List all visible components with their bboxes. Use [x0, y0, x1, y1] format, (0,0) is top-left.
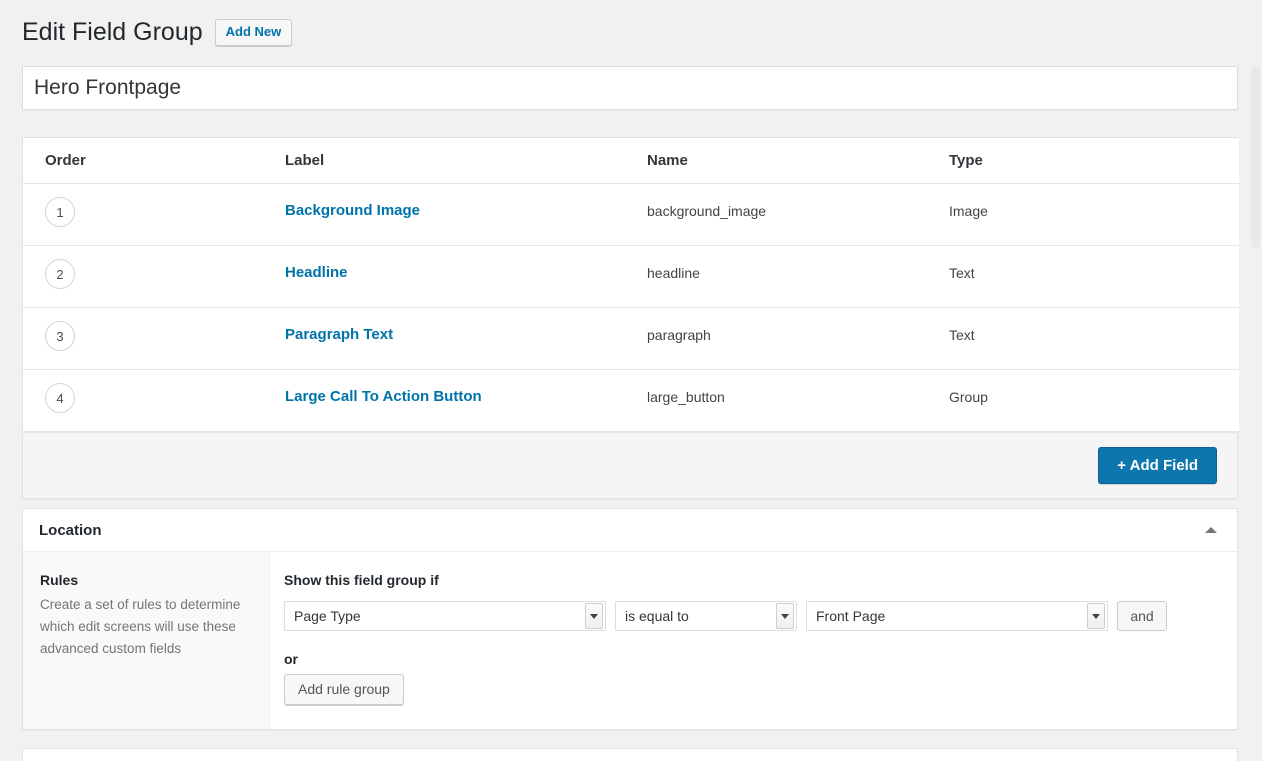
- caret-up-glyph: [1205, 527, 1217, 533]
- order-badge[interactable]: 2: [45, 259, 75, 289]
- field-name-text: background_image: [647, 203, 767, 219]
- column-header-name: Name: [647, 138, 949, 184]
- location-rules-main: Show this field group if Page Type is eq…: [270, 552, 1237, 729]
- cell-name: paragraph: [647, 307, 949, 370]
- cell-name: headline: [647, 245, 949, 308]
- field-type-text: Text: [949, 265, 975, 281]
- next-panel-partial: [22, 748, 1238, 761]
- fields-table: Order Label Name Type 1 Background Image…: [23, 138, 1239, 432]
- cell-label: Background Image: [285, 183, 647, 246]
- fields-panel: Order Label Name Type 1 Background Image…: [22, 137, 1239, 499]
- chevron-down-icon: [1087, 603, 1105, 629]
- field-group-title-input[interactable]: [23, 67, 1237, 109]
- cell-label: Large Call To Action Button: [285, 369, 647, 432]
- chevron-down-icon: [585, 603, 603, 629]
- cell-name: large_button: [647, 369, 949, 432]
- cell-order: 2: [23, 245, 285, 308]
- fields-table-body: 1 Background Image background_image Imag…: [23, 183, 1239, 432]
- rules-description: Create a set of rules to determine which…: [40, 597, 241, 656]
- cell-type: Group: [949, 369, 1239, 432]
- field-type-text: Image: [949, 203, 988, 219]
- cell-type: Text: [949, 245, 1239, 308]
- add-field-button[interactable]: + Add Field: [1098, 447, 1217, 484]
- table-row[interactable]: 1 Background Image background_image Imag…: [23, 183, 1239, 246]
- location-panel-title: Location: [39, 521, 102, 539]
- field-name-text: headline: [647, 265, 700, 281]
- field-label-link[interactable]: Background Image: [285, 202, 420, 219]
- page-title: Edit Field Group: [22, 18, 203, 46]
- column-header-type: Type: [949, 138, 1239, 184]
- rules-heading: Rules: [40, 572, 79, 588]
- rule-operator-value: is equal to: [625, 608, 689, 624]
- field-label-link[interactable]: Paragraph Text: [285, 326, 393, 343]
- table-row[interactable]: 4 Large Call To Action Button large_butt…: [23, 369, 1239, 432]
- rule-value-value: Front Page: [816, 608, 886, 624]
- rule-row: Page Type is equal to Front Page and: [284, 601, 1217, 631]
- field-label-link[interactable]: Large Call To Action Button: [285, 388, 482, 405]
- location-panel-body: Rules Create a set of rules to determine…: [23, 552, 1237, 729]
- cell-order: 4: [23, 369, 285, 432]
- field-type-text: Text: [949, 327, 975, 343]
- rule-param-select[interactable]: Page Type: [284, 601, 606, 631]
- order-badge[interactable]: 4: [45, 383, 75, 413]
- show-if-label: Show this field group if: [284, 572, 439, 588]
- admin-page: Edit Field Group Add New Order Label Nam…: [0, 0, 1262, 761]
- field-name-text: paragraph: [647, 327, 711, 343]
- location-panel-header: Location: [23, 509, 1237, 552]
- column-header-label: Label: [285, 138, 647, 184]
- table-row[interactable]: 3 Paragraph Text paragraph Text: [23, 307, 1239, 370]
- table-row[interactable]: 2 Headline headline Text: [23, 245, 1239, 308]
- cell-label: Headline: [285, 245, 647, 308]
- page-header: Edit Field Group Add New: [22, 16, 293, 48]
- column-header-order: Order: [23, 138, 285, 184]
- add-rule-group-button[interactable]: Add rule group: [284, 674, 404, 705]
- chevron-down-icon: [776, 603, 794, 629]
- fields-table-head: Order Label Name Type: [23, 138, 1239, 184]
- add-and-rule-button[interactable]: and: [1117, 601, 1167, 631]
- rule-value-select[interactable]: Front Page: [806, 601, 1108, 631]
- fields-table-footer: + Add Field: [23, 432, 1237, 498]
- caret-up-icon[interactable]: [1201, 520, 1221, 540]
- cell-type: Text: [949, 307, 1239, 370]
- or-label: or: [284, 651, 298, 667]
- table-header-row: Order Label Name Type: [23, 138, 1239, 184]
- cell-order: 1: [23, 183, 285, 246]
- field-name-text: large_button: [647, 389, 725, 405]
- field-type-text: Group: [949, 389, 988, 405]
- field-group-title-wrap: [22, 66, 1238, 110]
- add-new-button[interactable]: Add New: [214, 18, 293, 46]
- rule-param-value: Page Type: [294, 608, 361, 624]
- cell-type: Image: [949, 183, 1239, 246]
- cell-label: Paragraph Text: [285, 307, 647, 370]
- order-badge[interactable]: 1: [45, 197, 75, 227]
- location-rules-sidebar: Rules Create a set of rules to determine…: [23, 552, 270, 729]
- page-scrollbar-thumb[interactable]: [1251, 66, 1260, 248]
- field-label-link[interactable]: Headline: [285, 264, 348, 281]
- page-scrollbar-track[interactable]: [1247, 0, 1262, 761]
- order-badge[interactable]: 3: [45, 321, 75, 351]
- location-panel: Location Rules Create a set of rules to …: [22, 508, 1238, 730]
- cell-order: 3: [23, 307, 285, 370]
- rule-operator-select[interactable]: is equal to: [615, 601, 797, 631]
- cell-name: background_image: [647, 183, 949, 246]
